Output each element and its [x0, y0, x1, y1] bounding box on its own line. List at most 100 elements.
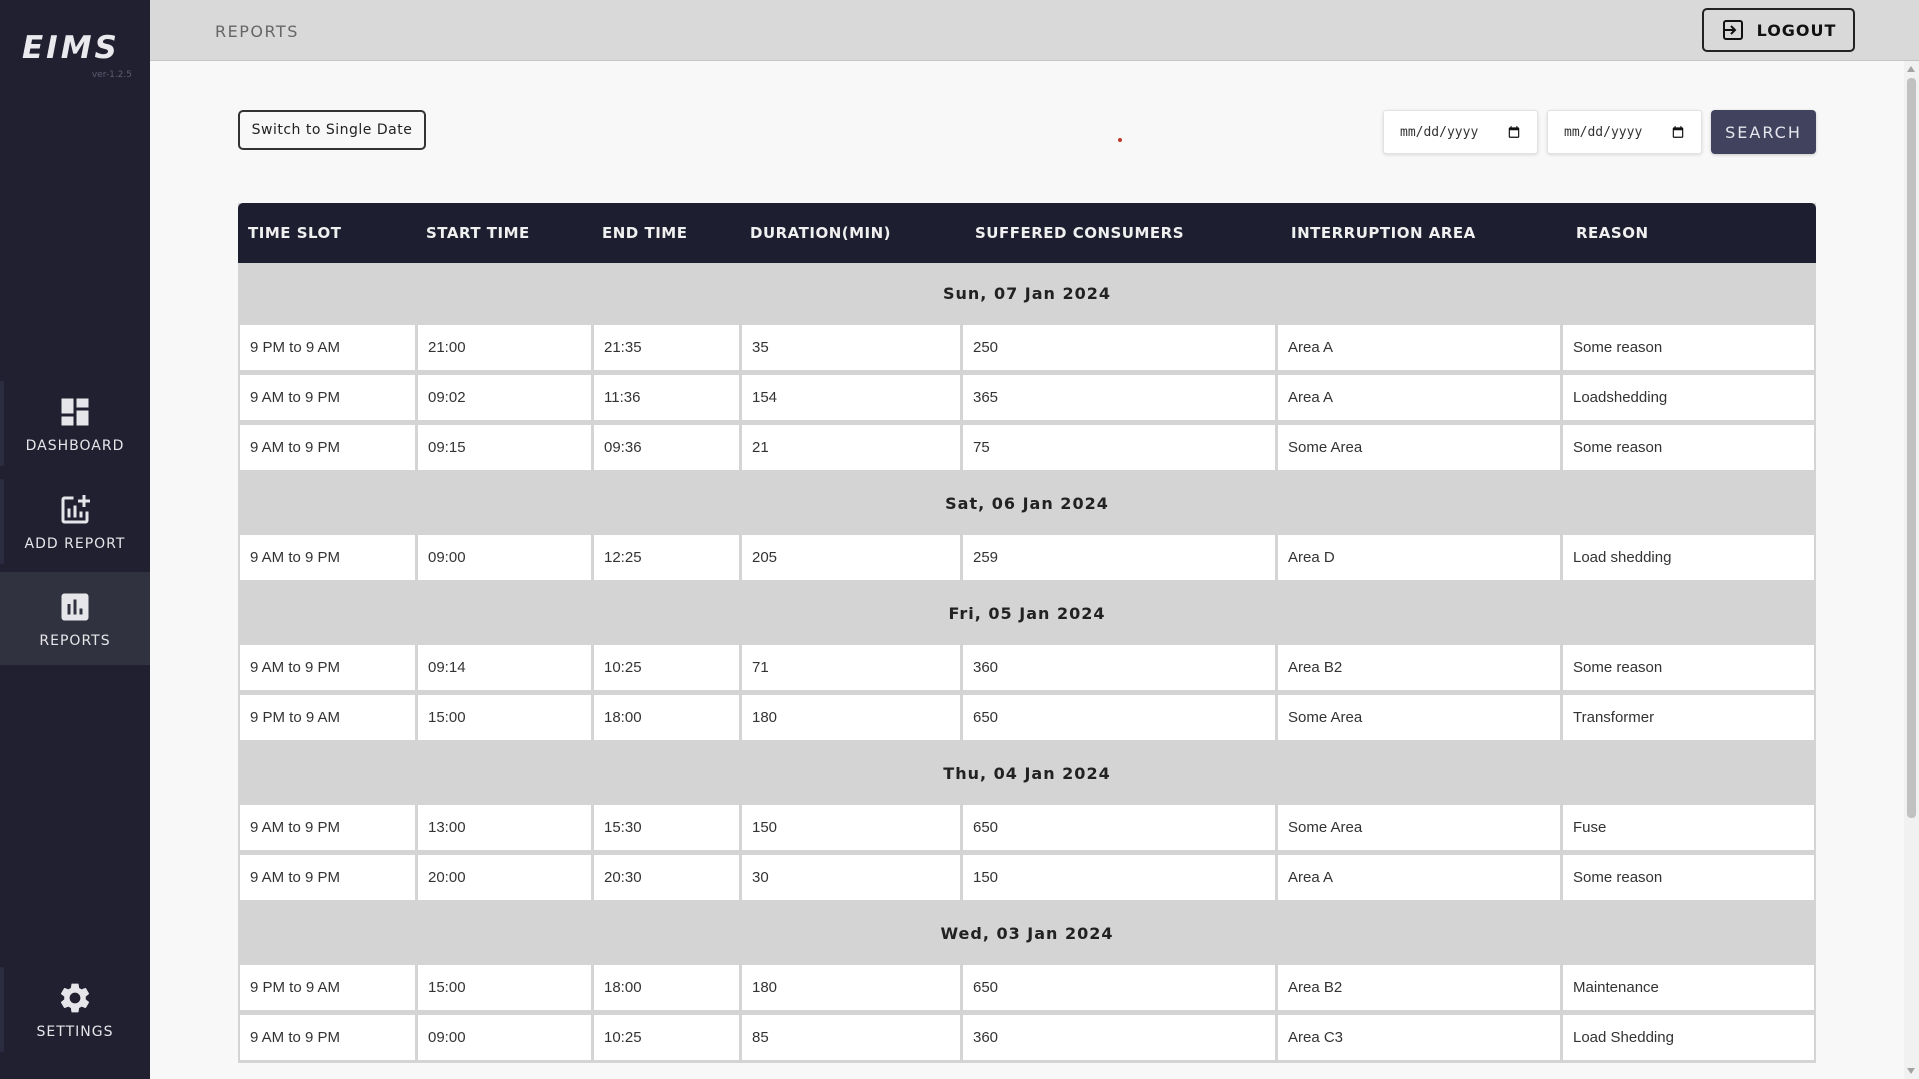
table-cell: Loadshedding	[1563, 375, 1814, 420]
scrollbar-thumb[interactable]	[1907, 78, 1916, 818]
table-cell: Some Area	[1278, 425, 1560, 470]
table-cell: 154	[742, 375, 960, 420]
start-date-input[interactable]: mm/dd/yyyy	[1383, 110, 1538, 154]
table-cell: 09:14	[418, 645, 591, 690]
date-group-header: Fri, 05 Jan 2024	[948, 603, 1106, 623]
table-cell: Some reason	[1563, 325, 1814, 370]
table-cell: Area B2	[1278, 645, 1560, 690]
table-cell: Some reason	[1563, 645, 1814, 690]
app-version: ver-1.2.5	[91, 70, 132, 80]
table-cell: 11:36	[594, 375, 739, 420]
table-row: 9 AM to 9 PM 13:00 15:30 150 650 Some Area Fus…	[238, 803, 1816, 853]
scroll-down-arrow[interactable]	[1907, 1068, 1915, 1074]
scroll-up-arrow[interactable]	[1907, 66, 1915, 72]
column-header-duration: DURATION(MIN)	[750, 224, 892, 242]
table-row: 9 AM to 9 PM 20:00 20:30 30 150 Area A Some re…	[238, 853, 1816, 903]
table-row: 9 AM to 9 PM 09:00 12:25 205 259 Area D Load s…	[238, 533, 1816, 583]
sidebar-item-label: DASHBOARD	[25, 437, 125, 454]
sidebar-item-accent	[0, 381, 4, 466]
table-cell: 205	[742, 535, 960, 580]
table-cell: 15:00	[418, 695, 591, 740]
table-cell: Fuse	[1563, 805, 1814, 850]
app-logo-text: EIMS	[22, 30, 120, 66]
date-group-header: Wed, 03 Jan 2024	[940, 923, 1114, 943]
table-cell: 9 PM to 9 AM	[240, 325, 415, 370]
calendar-icon[interactable]	[1671, 125, 1685, 139]
table-cell: 09:00	[418, 535, 591, 580]
table-cell: Area C3	[1278, 1015, 1560, 1060]
page-title: REPORTS	[215, 22, 299, 41]
table-cell: Maintenance	[1563, 965, 1814, 1010]
column-header-interruption-area: INTERRUPTION AREA	[1291, 224, 1476, 242]
table-cell: 150	[963, 855, 1275, 900]
date-group-header: Sun, 07 Jan 2024	[942, 283, 1112, 303]
table-cell: Area A	[1278, 855, 1560, 900]
end-date-input[interactable]: mm/dd/yyyy	[1547, 110, 1702, 154]
search-button[interactable]: SEARCH	[1711, 110, 1816, 154]
column-header-time-slot: TIME SLOT	[248, 224, 342, 242]
table-cell: Some reason	[1563, 425, 1814, 470]
logout-button[interactable]: LOGOUT	[1702, 8, 1855, 52]
logout-icon	[1722, 20, 1743, 40]
table-cell: 259	[963, 535, 1275, 580]
table-row: 9 AM to 9 PM 09:15 09:36 21 75 Some Area Some …	[238, 423, 1816, 473]
dashboard-icon	[61, 398, 89, 425]
table-cell: 18:00	[594, 695, 739, 740]
table-cell: 20:00	[418, 855, 591, 900]
table-cell: 180	[742, 965, 960, 1010]
table-cell: 9 AM to 9 PM	[240, 375, 415, 420]
table-row: 9 PM to 9 AM 21:00 21:35 35 250 Area A Some re…	[238, 323, 1816, 373]
column-header-suffered-consumers: SUFFERED CONSUMERS	[975, 224, 1185, 242]
table-row: 9 AM to 9 PM 09:02 11:36 154 365 Area A Loadsh…	[238, 373, 1816, 423]
loading-indicator	[1118, 138, 1122, 142]
sidebar-item-accent	[0, 967, 4, 1052]
switch-to-single-date-button[interactable]: Switch to Single Date	[238, 110, 426, 150]
table-cell: 360	[963, 645, 1275, 690]
table-cell: 9 PM to 9 AM	[240, 695, 415, 740]
add-chart-icon	[61, 494, 90, 523]
gear-icon	[60, 983, 90, 1012]
table-cell: 9 AM to 9 PM	[240, 805, 415, 850]
table-cell: 13:00	[418, 805, 591, 850]
page-scrollbar[interactable]	[1904, 61, 1919, 1079]
table-cell: 650	[963, 805, 1275, 850]
table-cell: 30	[742, 855, 960, 900]
app-logo[interactable]: EIMS ver-1.2.5	[22, 30, 132, 80]
column-header-end-time: END TIME	[602, 224, 688, 242]
table-cell: 09:00	[418, 1015, 591, 1060]
table-cell: 09:02	[418, 375, 591, 420]
table-cell: 9 AM to 9 PM	[240, 645, 415, 690]
table-cell: 21	[742, 425, 960, 470]
table-cell: 650	[963, 965, 1275, 1010]
table-cell: 9 PM to 9 AM	[240, 965, 415, 1010]
top-bar: REPORTS LOGOUT	[150, 0, 1919, 61]
table-row: 9 PM to 9 AM 15:00 18:00 180 650 Area B2 Maint…	[238, 963, 1816, 1013]
column-header-start-time: START TIME	[426, 224, 530, 242]
column-header-reason: REASON	[1576, 224, 1649, 242]
sidebar-item-add-report[interactable]: ADD REPORT	[0, 475, 150, 568]
table-cell: 10:25	[594, 645, 739, 690]
table-cell: 09:15	[418, 425, 591, 470]
sidebar-item-settings[interactable]: SETTINGS	[0, 963, 150, 1056]
date-group-header: Thu, 04 Jan 2024	[943, 763, 1111, 783]
sidebar-item-dashboard[interactable]: DASHBOARD	[0, 377, 150, 470]
sidebar-item-reports[interactable]: REPORTS	[0, 572, 150, 665]
table-cell: Some Area	[1278, 695, 1560, 740]
sidebar: EIMS ver-1.2.5 DASHBOARD ADD REPORT REPO…	[0, 0, 150, 1079]
table-cell: 10:25	[594, 1015, 739, 1060]
table-cell: Load shedding	[1563, 535, 1814, 580]
table-cell: 360	[963, 1015, 1275, 1060]
sidebar-item-accent	[0, 479, 4, 564]
calendar-icon[interactable]	[1507, 125, 1521, 139]
table-cell: 12:25	[594, 535, 739, 580]
table-cell: 9 AM to 9 PM	[240, 425, 415, 470]
table-body: Sun, 07 Jan 2024 9 PM to 9 AM 21:00 21:35 35…	[238, 263, 1816, 1063]
table-header: TIME SLOT START TIME END TIME DURATION(M…	[238, 203, 1816, 263]
sidebar-item-label: ADD REPORT	[24, 535, 126, 552]
table-cell: 180	[742, 695, 960, 740]
date-group-header: Sat, 06 Jan 2024	[945, 493, 1109, 513]
reports-table: TIME SLOT START TIME END TIME DURATION(M…	[238, 203, 1816, 1063]
table-cell: 35	[742, 325, 960, 370]
table-cell: 75	[963, 425, 1275, 470]
bar-chart-icon	[61, 593, 89, 620]
